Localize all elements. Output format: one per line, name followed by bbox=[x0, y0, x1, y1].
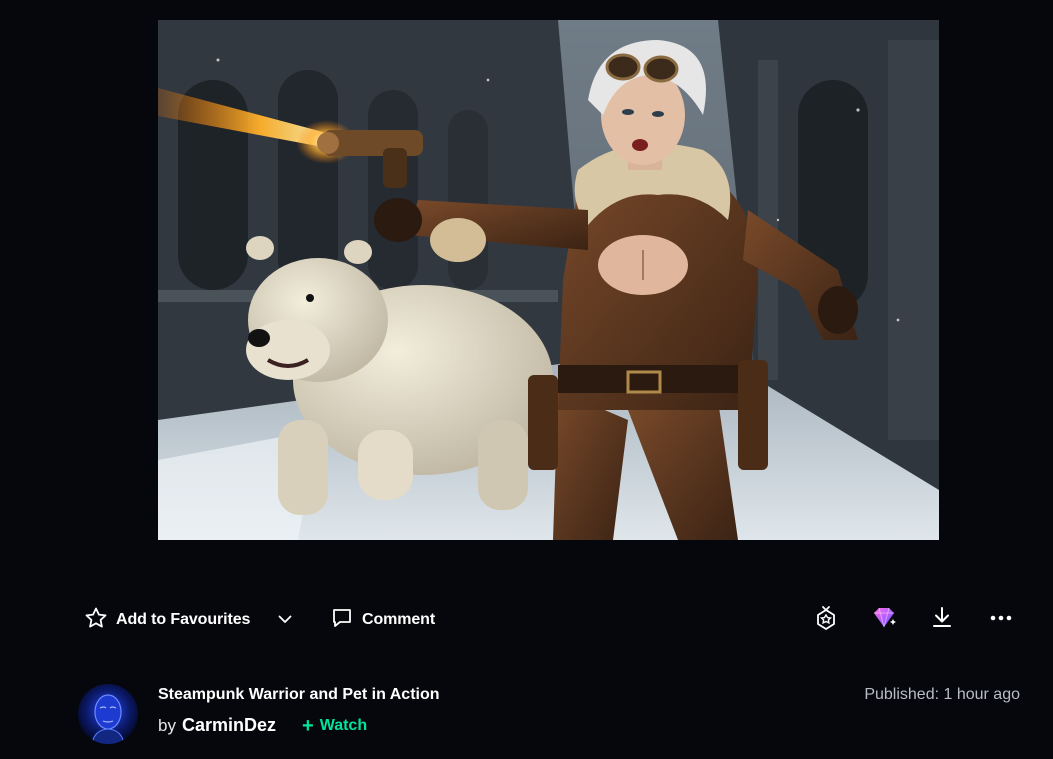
author-avatar[interactable] bbox=[78, 684, 138, 744]
secondary-actions bbox=[0, 605, 1053, 636]
avatar-image bbox=[78, 684, 138, 744]
author-byline: by CarminDez + Watch bbox=[158, 715, 367, 736]
watch-button[interactable]: + Watch bbox=[302, 716, 367, 736]
by-prefix: by bbox=[158, 715, 176, 735]
core-gem-button[interactable] bbox=[870, 606, 898, 634]
download-icon bbox=[929, 605, 955, 636]
download-button[interactable] bbox=[928, 606, 956, 634]
artwork-image bbox=[158, 20, 939, 540]
core-gem-icon bbox=[870, 605, 898, 636]
published-value: 1 hour ago bbox=[943, 686, 1020, 703]
plus-icon: + bbox=[302, 714, 314, 737]
published-date: Published: 1 hour ago bbox=[864, 686, 1020, 704]
badge-gift-icon bbox=[813, 605, 839, 636]
give-badge-button[interactable] bbox=[812, 605, 840, 636]
watch-label: Watch bbox=[319, 716, 368, 734]
deviation-page: Add to Favourites Comment Steampunk Warr… bbox=[0, 0, 1053, 759]
deviation-meta: Steampunk Warrior and Pet in Action by C… bbox=[0, 682, 1053, 746]
action-bar: Add to Favourites Comment bbox=[0, 600, 1053, 640]
more-icon bbox=[988, 605, 1014, 636]
author-name-link[interactable]: CarminDez bbox=[182, 715, 276, 736]
deviation-title: Steampunk Warrior and Pet in Action bbox=[158, 686, 440, 703]
deviation-artwork[interactable] bbox=[158, 20, 939, 540]
more-options-button[interactable] bbox=[987, 606, 1015, 634]
published-label: Published: bbox=[864, 686, 940, 703]
